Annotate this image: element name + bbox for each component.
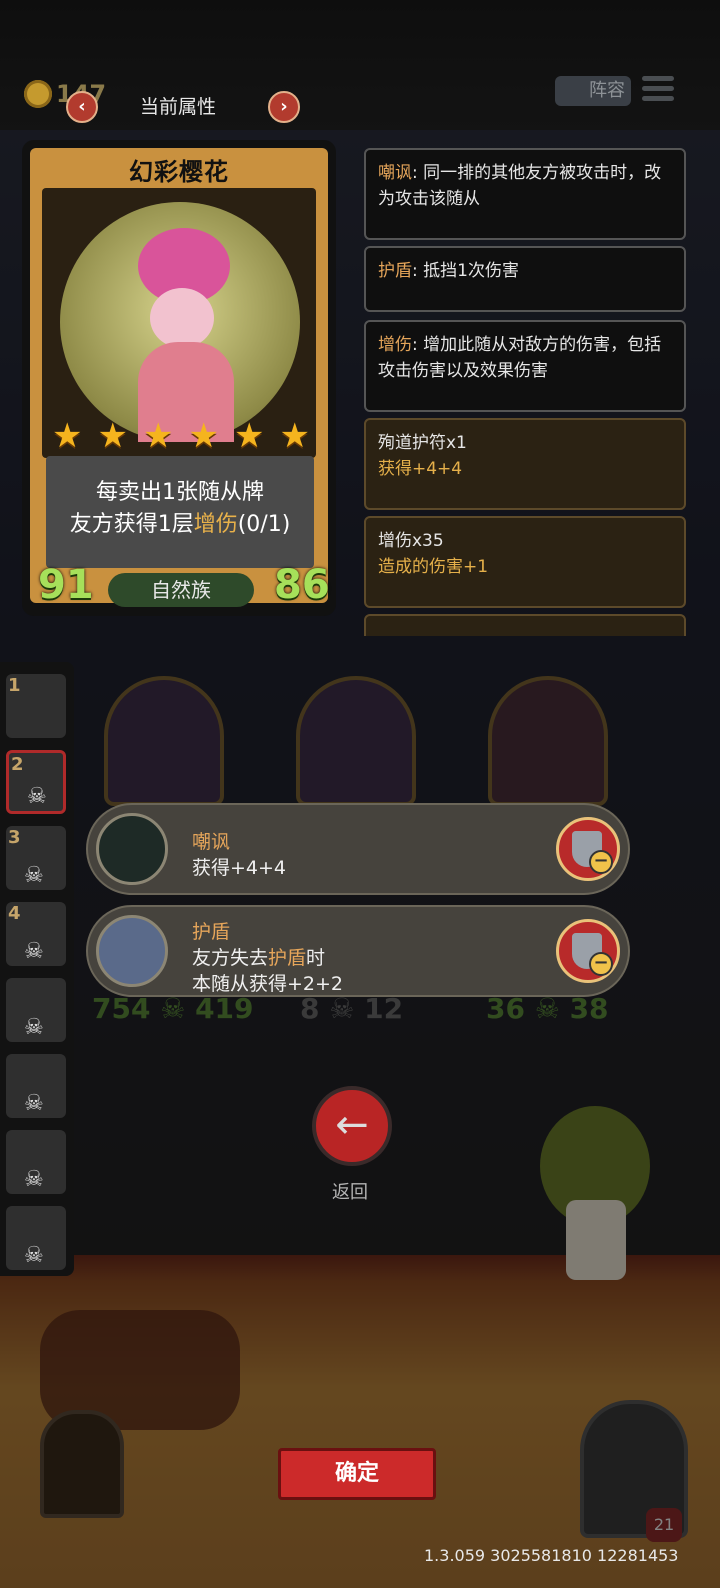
roster-column: 1 2 ☠ 3 ☠ 4 ☠ ☠ ☠ ☠ ☠	[0, 662, 74, 1276]
page-title: 当前属性	[140, 96, 217, 118]
star-icon: ★	[279, 416, 310, 456]
effect-shield[interactable]: 护盾 友方失去护盾时 本随从获得+2+2 −	[86, 905, 630, 997]
attack-stat: 91	[38, 562, 94, 608]
back-label: 返回	[332, 1182, 368, 1203]
roster-slot-1[interactable]: 1	[6, 674, 66, 738]
skull-icon: ☠	[24, 1015, 44, 1040]
star-icon: ★	[52, 416, 83, 456]
effect-desc-1: 友方失去护盾时	[192, 947, 326, 969]
effect-title: 嘲讽	[192, 831, 231, 853]
buff-damage-boost: 增伤x35 造成的伤害+1	[364, 516, 686, 608]
roster-slot-6[interactable]: ☠	[6, 1054, 66, 1118]
roster-slot-2[interactable]: 2 ☠	[6, 750, 66, 814]
star-rating: ★ ★ ★ ★ ★ ★	[52, 418, 310, 454]
version-text: 1.3.059 3025581810 12281453	[424, 1546, 679, 1565]
arrow-left-icon: ←	[335, 1102, 369, 1148]
roster-slot-8[interactable]: ☠	[6, 1206, 66, 1270]
roster-slot-5[interactable]: ☠	[6, 978, 66, 1042]
ability-line-1: 每卖出1张随从牌	[96, 480, 264, 505]
keyword-shield: 护盾: 抵挡1次伤害	[364, 246, 686, 312]
crown-coin-icon	[24, 80, 52, 108]
confirm-button[interactable]: 确定	[278, 1448, 436, 1500]
remove-shield-button[interactable]: −	[556, 817, 620, 881]
skull-icon: ☠	[24, 1243, 44, 1268]
effect-title: 护盾	[192, 921, 231, 943]
tribe-badge: 自然族	[108, 573, 254, 607]
roster-slot-4[interactable]: 4 ☠	[6, 902, 66, 966]
card-name: 幻彩樱花	[129, 158, 229, 186]
menu-icon[interactable]	[642, 76, 674, 104]
skull-icon: ☠	[27, 784, 47, 809]
portrait-face	[150, 288, 214, 348]
skull-icon: ☠	[24, 863, 44, 888]
roster-slot-3[interactable]: 3 ☠	[6, 826, 66, 890]
skull-icon: ☠	[24, 1167, 44, 1192]
team-button[interactable]: 阵容	[555, 76, 631, 106]
keyword-damage-boost: 增伤: 增加此随从对敌方的伤害，包括攻击伤害以及效果伤害	[364, 320, 686, 412]
ability-line-2: 友方获得1层增伤(0/1)	[69, 512, 291, 537]
star-icon: ★	[143, 416, 174, 456]
next-button[interactable]: ›	[268, 91, 300, 123]
star-icon: ★	[97, 416, 128, 456]
card-portrait	[60, 202, 300, 442]
effect-desc: 获得+4+4	[192, 857, 287, 879]
remove-shield-button[interactable]: −	[556, 919, 620, 983]
effect-desc-2: 本随从获得+2+2	[192, 973, 344, 995]
back-button[interactable]: ←	[312, 1086, 392, 1166]
roster-slot-7[interactable]: ☠	[6, 1130, 66, 1194]
minus-icon: −	[589, 850, 613, 874]
planet-icon	[96, 915, 168, 987]
skull-icon: ☠	[24, 1091, 44, 1116]
effect-taunt[interactable]: 嘲讽 获得+4+4 −	[86, 803, 630, 895]
health-stat: 86	[274, 562, 330, 608]
buff-martyr-charm: 殉道护符x1 获得+4+4	[364, 418, 686, 510]
skull-icon: ☠	[24, 939, 44, 964]
buff-next	[364, 614, 686, 636]
skull-thorn-icon	[96, 813, 168, 885]
prev-button[interactable]: ‹	[66, 91, 98, 123]
star-icon: ★	[234, 416, 265, 456]
keyword-taunt: 嘲讽: 同一排的其他友方被攻击时，改为攻击该随从	[364, 148, 686, 240]
keyword-panel-list[interactable]: 嘲讽: 同一排的其他友方被攻击时，改为攻击该随从 护盾: 抵挡1次伤害 增伤: …	[360, 144, 696, 636]
star-icon: ★	[188, 416, 219, 456]
minus-icon: −	[589, 952, 613, 976]
